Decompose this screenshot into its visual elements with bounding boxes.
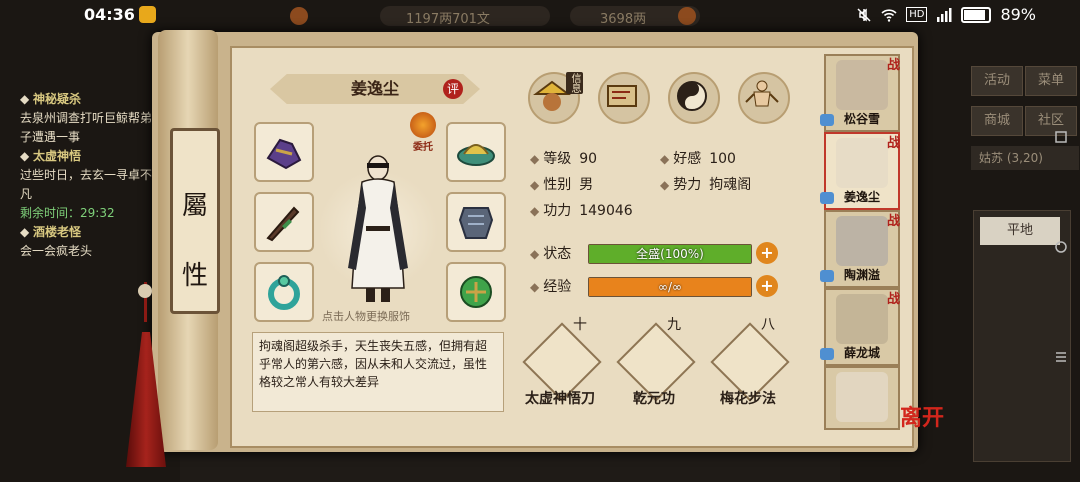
battle-tag: 战 xyxy=(886,136,900,151)
gloves-icon xyxy=(266,138,302,170)
restore-status-button[interactable]: + xyxy=(756,242,778,264)
party-member[interactable]: 姜逸尘 战 xyxy=(820,132,900,210)
scroll-map-icon xyxy=(607,85,637,107)
clock: 04:36 xyxy=(84,5,135,24)
skill-slot-1[interactable]: 十 太虚神悟刀 xyxy=(520,317,602,410)
activity-button[interactable]: 活动 xyxy=(971,66,1023,96)
armor-icon xyxy=(458,207,494,239)
quest-title[interactable]: ◆ 神秘疑杀 xyxy=(20,90,160,109)
equip-slot-ring[interactable] xyxy=(254,262,314,322)
rank-icon xyxy=(820,192,834,204)
delegate-button[interactable]: 委托 xyxy=(408,112,438,153)
change-outfit-hint: 点击人物更换服饰 xyxy=(322,310,410,323)
stat-power: ◆ 功力 149046 xyxy=(530,203,633,219)
wifi-icon xyxy=(881,8,897,22)
scroll-title: 屬 性 xyxy=(170,128,220,314)
party-member[interactable]: 松谷雪 战 xyxy=(820,54,900,132)
battle-tag: 战 xyxy=(886,58,900,73)
avatar xyxy=(836,372,888,422)
battle-tag: 战 xyxy=(886,292,900,307)
skill-slot-3[interactable]: 八 梅花步法 xyxy=(708,317,790,410)
character-bio: 拘魂阁超级杀手，天生丧失五感，但拥有超乎常人的第六感，因从未和人交流过，虽性格较… xyxy=(252,332,504,412)
notification-icon xyxy=(139,6,156,23)
stat-faction: ◆ 势力 拘魂阁 xyxy=(660,177,752,193)
add-exp-button[interactable]: + xyxy=(756,275,778,297)
equip-slot-armor[interactable] xyxy=(446,192,506,252)
hat-icon xyxy=(457,144,495,166)
skill-slot-2[interactable]: 九 乾元功 xyxy=(614,317,696,410)
exp-bar-gauge: ∞/∞ xyxy=(588,277,752,297)
ring-icon xyxy=(268,275,300,310)
rank-icon xyxy=(820,270,834,282)
tab-bagua[interactable] xyxy=(668,72,720,124)
avatar xyxy=(836,138,888,188)
battery-percent: 89% xyxy=(1000,5,1036,24)
character-panel: 姜逸尘 评 委托 点击人物更换服饰 拘魂阁超级杀手，天生丧失五感，但拥有超乎常人… xyxy=(240,60,510,420)
quest-tracker[interactable]: ◆ 神秘疑杀 去泉州调查打听巨鲸帮弟子遭遇一事 ◆ 太虚神悟 过些时日，去玄一寻… xyxy=(20,90,160,261)
avatar xyxy=(836,60,888,110)
menu-lines-icon[interactable] xyxy=(1054,350,1068,364)
party-member[interactable]: 薛龙城 战 xyxy=(820,288,900,366)
quest-timer: 剩余时间：29:32 xyxy=(20,206,115,220)
home-icon[interactable] xyxy=(1054,240,1068,254)
signal-icon xyxy=(937,7,952,22)
quest-title[interactable]: ◆ 太虚神悟 xyxy=(20,147,160,166)
battery-icon xyxy=(961,6,992,23)
sword-icon xyxy=(266,206,300,242)
experience-row: ◆ 经验 ∞/∞ + xyxy=(530,275,778,297)
tab-info[interactable]: 信息 xyxy=(528,72,583,124)
party-roster: 松谷雪 战 姜逸尘 战 陶渊溢 战 薛龙城 战 xyxy=(820,52,900,432)
status-bar: 04:36 HD 89% xyxy=(0,0,1080,30)
mute-icon xyxy=(857,7,871,22)
tab-info-label: 信息 xyxy=(566,72,583,94)
party-member[interactable]: 陶渊溢 战 xyxy=(820,210,900,288)
stat-gender: ◆ 性别男 xyxy=(530,177,594,193)
character-figure[interactable] xyxy=(338,148,418,308)
delegate-icon xyxy=(410,112,436,138)
rank-icon xyxy=(820,348,834,360)
equip-slot-weapon[interactable] xyxy=(254,192,314,252)
rank-icon xyxy=(820,114,834,126)
shop-button[interactable]: 商城 xyxy=(971,106,1023,136)
attribute-tabs: 信息 xyxy=(528,72,790,124)
jade-icon xyxy=(460,276,492,308)
equip-slot-gloves[interactable] xyxy=(254,122,314,182)
bagua-icon xyxy=(677,81,707,111)
leave-button[interactable]: 离开 xyxy=(900,400,944,440)
status-row: ◆ 状态 全盛(100%) + xyxy=(530,242,778,264)
tab-meridian[interactable] xyxy=(738,72,790,124)
skills-panel: 十 太虚神悟刀 九 乾元功 八 梅花步法 xyxy=(520,317,790,418)
stat-level: ◆ 等级 90 xyxy=(530,151,598,167)
stat-affinity: ◆ 好感 100 xyxy=(660,151,736,167)
quest-title[interactable]: ◆ 酒楼老怪 xyxy=(20,223,160,242)
quest-body: 去泉州调查打听巨鲸帮弟子遭遇一事 xyxy=(20,111,153,144)
status-bar-gauge: 全盛(100%) xyxy=(588,244,752,264)
equip-slot-hat[interactable] xyxy=(446,122,506,182)
party-member[interactable] xyxy=(824,366,900,430)
system-nav xyxy=(1044,30,1080,482)
avatar xyxy=(836,216,888,266)
equip-slot-jade[interactable] xyxy=(446,262,506,322)
hd-icon: HD xyxy=(906,7,928,22)
meridian-figure-icon xyxy=(745,80,779,107)
tassel-decoration xyxy=(118,282,176,472)
battle-tag: 战 xyxy=(886,214,900,229)
recent-apps-icon[interactable] xyxy=(1054,130,1068,144)
quest-body: 会一会疯老头 xyxy=(20,244,93,258)
quest-body: 过些时日，去玄一寻卓不凡 xyxy=(20,168,153,201)
avatar xyxy=(836,294,888,344)
tab-map[interactable] xyxy=(598,72,650,124)
rate-button[interactable]: 评 xyxy=(443,79,463,99)
